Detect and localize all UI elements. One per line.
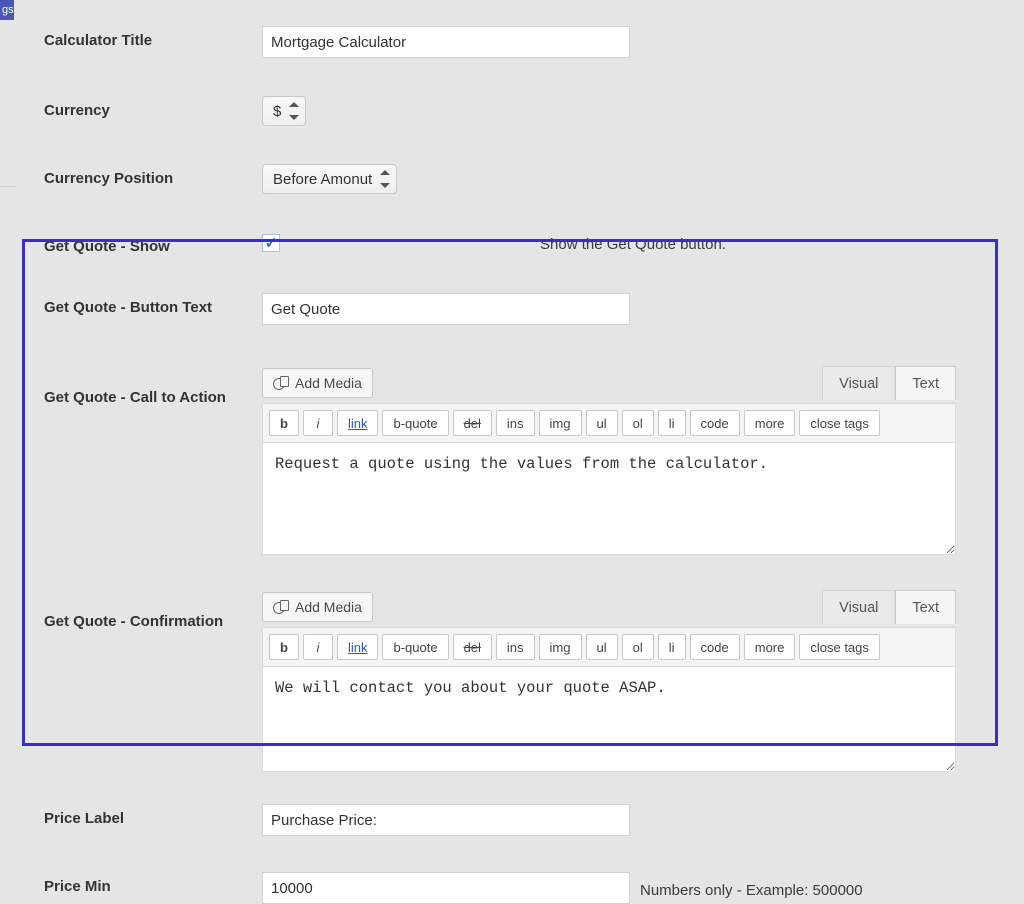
qt-more[interactable]: more	[744, 634, 796, 660]
label-price-label: Price Label	[44, 804, 262, 827]
media-icon	[273, 600, 289, 614]
qt-li[interactable]: li	[658, 410, 686, 436]
cta-textarea[interactable]	[262, 443, 956, 555]
cta-add-media-button[interactable]: Add Media	[262, 368, 373, 398]
cta-tab-text[interactable]: Text	[895, 366, 956, 400]
qt-bold[interactable]: b	[269, 410, 299, 436]
currency-select[interactable]: $	[262, 96, 306, 126]
sidebar-divider	[0, 186, 16, 187]
qt-italic[interactable]: i	[303, 634, 333, 660]
confirmation-tab-visual[interactable]: Visual	[822, 590, 895, 624]
add-media-label: Add Media	[295, 599, 362, 615]
get-quote-show-description: Show the Get Quote button.	[280, 232, 726, 253]
qt-bquote[interactable]: b-quote	[382, 410, 448, 436]
qt-img[interactable]: img	[539, 410, 582, 436]
price-min-description: Numbers only - Example: 500000	[630, 878, 863, 899]
currency-position-select[interactable]: Before Amonut	[262, 164, 397, 194]
label-currency: Currency	[44, 96, 262, 119]
get-quote-show-checkbox[interactable]: ✓	[262, 234, 280, 252]
qt-italic[interactable]: i	[303, 410, 333, 436]
qt-ul[interactable]: ul	[586, 634, 618, 660]
qt-close[interactable]: close tags	[799, 634, 880, 660]
qt-del[interactable]: del	[453, 634, 492, 660]
qt-ins[interactable]: ins	[496, 410, 535, 436]
media-icon	[273, 376, 289, 390]
confirmation-editor: Add Media Visual Text b i link b-quote d…	[262, 587, 956, 776]
qt-code[interactable]: code	[690, 410, 740, 436]
qt-more[interactable]: more	[744, 410, 796, 436]
label-get-quote-confirmation: Get Quote - Confirmation	[44, 587, 262, 630]
cta-quicktags-toolbar: b i link b-quote del ins img ul ol li co…	[262, 403, 956, 443]
calculator-title-input[interactable]	[262, 26, 630, 58]
confirmation-tab-text[interactable]: Text	[895, 590, 956, 624]
label-get-quote-cta: Get Quote - Call to Action	[44, 363, 262, 406]
currency-position-value: Before Amonut	[273, 171, 390, 188]
qt-code[interactable]: code	[690, 634, 740, 660]
price-min-input[interactable]	[262, 872, 630, 904]
label-price-min: Price Min	[44, 872, 262, 895]
qt-img[interactable]: img	[539, 634, 582, 660]
label-currency-position: Currency Position	[44, 164, 262, 187]
qt-close[interactable]: close tags	[799, 410, 880, 436]
qt-ol[interactable]: ol	[622, 410, 654, 436]
qt-li[interactable]: li	[658, 634, 686, 660]
qt-link[interactable]: link	[337, 634, 379, 660]
qt-bquote[interactable]: b-quote	[382, 634, 448, 660]
price-label-input[interactable]	[262, 804, 630, 836]
confirmation-add-media-button[interactable]: Add Media	[262, 592, 373, 622]
add-media-label: Add Media	[295, 375, 362, 391]
cta-editor: Add Media Visual Text b i link b-quote d…	[262, 363, 956, 559]
confirmation-textarea[interactable]	[262, 667, 956, 772]
confirmation-quicktags-toolbar: b i link b-quote del ins img ul ol li co…	[262, 627, 956, 667]
select-arrows-icon	[380, 168, 390, 190]
qt-bold[interactable]: b	[269, 634, 299, 660]
cta-editor-tabs: Visual Text	[822, 366, 956, 400]
select-arrows-icon	[289, 100, 299, 122]
qt-link[interactable]: link	[337, 410, 379, 436]
get-quote-button-text-input[interactable]	[262, 293, 630, 325]
label-calculator-title: Calculator Title	[44, 26, 262, 49]
sidebar-tab-settings[interactable]: gs	[0, 0, 14, 20]
qt-del[interactable]: del	[453, 410, 492, 436]
settings-form: Calculator Title Currency $ Currency Pos…	[18, 0, 1008, 904]
label-get-quote-button-text: Get Quote - Button Text	[44, 293, 262, 316]
cta-tab-visual[interactable]: Visual	[822, 366, 895, 400]
qt-ul[interactable]: ul	[586, 410, 618, 436]
qt-ins[interactable]: ins	[496, 634, 535, 660]
qt-ol[interactable]: ol	[622, 634, 654, 660]
label-get-quote-show: Get Quote - Show	[44, 232, 262, 255]
confirmation-editor-tabs: Visual Text	[822, 590, 956, 624]
